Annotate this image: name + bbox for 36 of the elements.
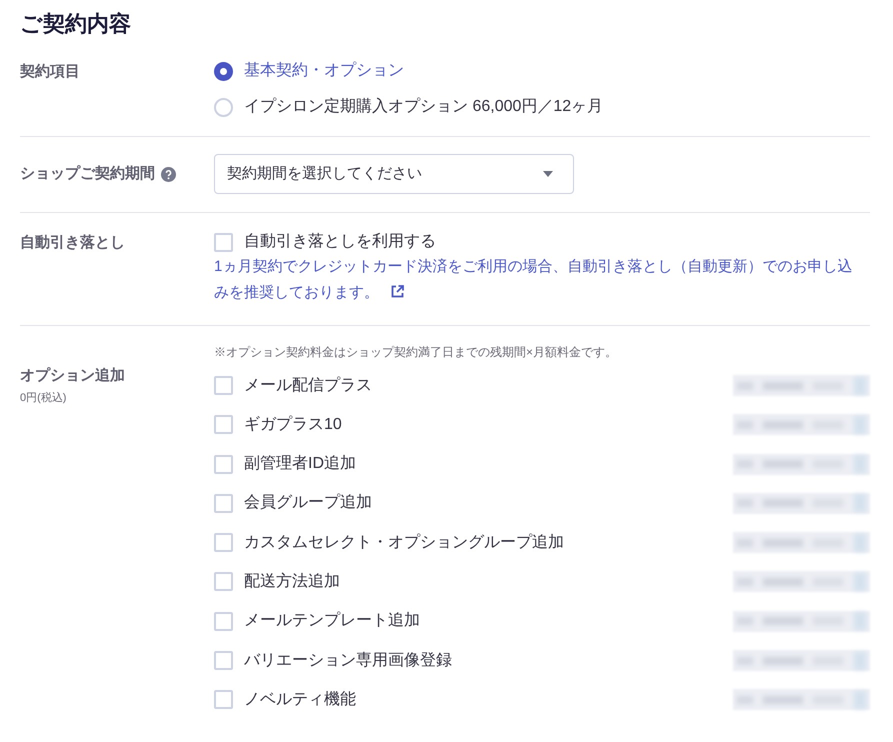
- radio-label[interactable]: 基本契約・オプション: [244, 59, 404, 83]
- checkbox-label[interactable]: 副管理者ID追加: [244, 452, 356, 476]
- field-label: オプション追加: [20, 366, 125, 386]
- checkbox-label[interactable]: ノベルティ機能: [244, 688, 356, 712]
- checkbox-label[interactable]: 自動引き落としを利用する: [244, 230, 436, 254]
- checkbox[interactable]: [214, 572, 233, 592]
- checkbox[interactable]: [214, 494, 233, 513]
- external-link-icon[interactable]: [391, 285, 404, 298]
- checkbox[interactable]: [214, 651, 233, 670]
- radio-button[interactable]: [214, 62, 233, 80]
- checkbox[interactable]: [214, 454, 233, 474]
- field-label: ショップご契約期間: [20, 164, 155, 184]
- checkbox[interactable]: [214, 232, 233, 252]
- field-label: 契約項目: [20, 62, 80, 82]
- radio-label[interactable]: イプシロン定期購入オプション 66,000円／12ヶ月: [244, 95, 604, 119]
- help-icon[interactable]: [161, 166, 176, 182]
- checkbox-label[interactable]: ギガプラス10: [244, 412, 342, 437]
- period-select[interactable]: 契約期間を選択してください: [214, 154, 574, 194]
- checkbox[interactable]: [214, 415, 233, 434]
- recommendation-link[interactable]: 1ヵ月契約でクレジットカード決済をご利用の場合、自動引き落とし（自動更新）でのお申し込みを推奨しております。: [214, 254, 862, 306]
- checkbox[interactable]: [214, 612, 233, 631]
- pricing-note: ※オプション契約料金はショップ契約満了日までの残期間×月額料金です。: [214, 344, 618, 361]
- checkbox-label[interactable]: メールテンプレート追加: [244, 609, 420, 634]
- page-title: ご契約内容: [20, 10, 132, 38]
- checkbox-label[interactable]: バリエーション専用画像登録: [244, 648, 452, 673]
- checkbox[interactable]: [214, 376, 233, 395]
- price-total: 0円(税込): [20, 390, 68, 406]
- checkbox-label[interactable]: カスタムセレクト・オプショングループ追加: [244, 530, 564, 555]
- checkbox[interactable]: [214, 533, 233, 552]
- checkbox[interactable]: [214, 690, 233, 710]
- checkbox-label[interactable]: 配送方法追加: [244, 570, 340, 594]
- caret-icon: [543, 171, 553, 177]
- radio-button[interactable]: [214, 98, 233, 116]
- checkbox-label[interactable]: メール配信プラス: [244, 374, 372, 398]
- field-label: 自動引き落とし: [20, 233, 125, 253]
- checkbox-label[interactable]: 会員グループ追加: [244, 491, 372, 516]
